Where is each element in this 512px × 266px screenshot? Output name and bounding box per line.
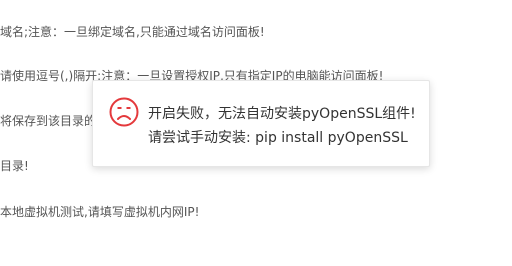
dialog-error-title: 开启失败，无法自动安装pyOpenSSL组件!: [148, 106, 416, 122]
vm-ip-hint-text: 本地虚拟机测试,请填写虚拟机内网IP!: [0, 205, 200, 219]
directory-hint-text: 目录!: [0, 159, 29, 173]
domain-hint-text: 域名;注意：一旦绑定域名,只能通过域名访问面板!: [0, 25, 265, 39]
page: 域名;注意：一旦绑定域名,只能通过域名访问面板! 请使用逗号(,)隔开;注意：一…: [0, 0, 512, 266]
sad-face-icon: [109, 97, 139, 127]
dialog-install-instruction: 请尝试手动安装: pip install pyOpenSSL: [148, 130, 408, 146]
error-message-dialog: 开启失败，无法自动安装pyOpenSSL组件! 请尝试手动安装: pip ins…: [92, 80, 430, 167]
dialog-message: 开启失败，无法自动安装pyOpenSSL组件! 请尝试手动安装: pip ins…: [148, 102, 416, 150]
